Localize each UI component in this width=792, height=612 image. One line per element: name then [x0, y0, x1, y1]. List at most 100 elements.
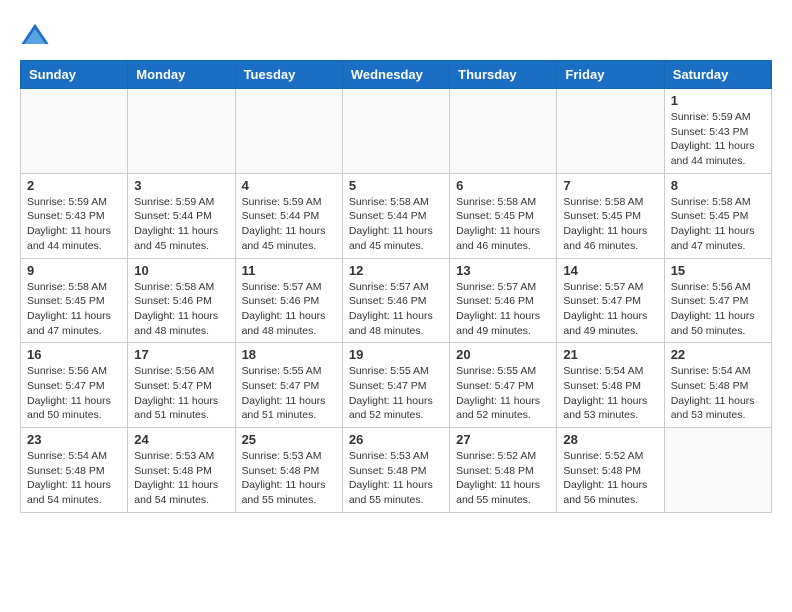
day-number: 15	[671, 263, 765, 278]
weekday-header-thursday: Thursday	[450, 61, 557, 89]
day-cell	[664, 428, 771, 513]
day-info: Sunrise: 5:55 AM Sunset: 5:47 PM Dayligh…	[349, 364, 443, 423]
day-number: 1	[671, 93, 765, 108]
day-number: 8	[671, 178, 765, 193]
day-cell: 8 Sunrise: 5:58 AM Sunset: 5:45 PM Daylig…	[664, 173, 771, 258]
day-number: 25	[242, 432, 336, 447]
day-cell: 12Sunrise: 5:57 AM Sunset: 5:46 PM Dayli…	[342, 258, 449, 343]
day-number: 26	[349, 432, 443, 447]
day-info: Sunrise: 5:52 AM Sunset: 5:48 PM Dayligh…	[563, 449, 657, 508]
day-number: 5	[349, 178, 443, 193]
day-info: Sunrise: 5:57 AM Sunset: 5:46 PM Dayligh…	[242, 280, 336, 339]
logo-icon	[20, 20, 50, 50]
day-info: Sunrise: 5:54 AM Sunset: 5:48 PM Dayligh…	[671, 364, 765, 423]
day-number: 18	[242, 347, 336, 362]
day-cell: 19 Sunrise: 5:55 AM Sunset: 5:47 PM Dayli…	[342, 343, 449, 428]
weekday-header-row: SundayMondayTuesdayWednesdayThursdayFrid…	[21, 61, 772, 89]
day-number: 14	[563, 263, 657, 278]
day-cell	[235, 89, 342, 174]
day-number: 21	[563, 347, 657, 362]
day-info: Sunrise: 5:56 AM Sunset: 5:47 PM Dayligh…	[671, 280, 765, 339]
day-number: 22	[671, 347, 765, 362]
day-cell	[128, 89, 235, 174]
week-row-1: 1 Sunrise: 5:59 AM Sunset: 5:43 PM Daylig…	[21, 89, 772, 174]
day-cell	[557, 89, 664, 174]
day-number: 20	[456, 347, 550, 362]
weekday-header-tuesday: Tuesday	[235, 61, 342, 89]
week-row-4: 16 Sunrise: 5:56 AM Sunset: 5:47 PM Dayli…	[21, 343, 772, 428]
day-cell: 23 Sunrise: 5:54 AM Sunset: 5:48 PM Dayli…	[21, 428, 128, 513]
calendar-table: SundayMondayTuesdayWednesdayThursdayFrid…	[20, 60, 772, 513]
day-number: 13	[456, 263, 550, 278]
day-info: Sunrise: 5:55 AM Sunset: 5:47 PM Dayligh…	[242, 364, 336, 423]
day-cell: 10 Sunrise: 5:58 AM Sunset: 5:46 PM Dayli…	[128, 258, 235, 343]
day-cell: 26 Sunrise: 5:53 AM Sunset: 5:48 PM Dayli…	[342, 428, 449, 513]
day-cell: 25 Sunrise: 5:53 AM Sunset: 5:48 PM Dayli…	[235, 428, 342, 513]
day-info: Sunrise: 5:55 AM Sunset: 5:47 PM Dayligh…	[456, 364, 550, 423]
day-info: Sunrise: 5:58 AM Sunset: 5:45 PM Dayligh…	[27, 280, 121, 339]
day-info: Sunrise: 5:59 AM Sunset: 5:44 PM Dayligh…	[242, 195, 336, 254]
day-cell: 18 Sunrise: 5:55 AM Sunset: 5:47 PM Dayli…	[235, 343, 342, 428]
day-cell: 17Sunrise: 5:56 AM Sunset: 5:47 PM Dayli…	[128, 343, 235, 428]
day-number: 7	[563, 178, 657, 193]
day-info: Sunrise: 5:54 AM Sunset: 5:48 PM Dayligh…	[563, 364, 657, 423]
day-cell: 21 Sunrise: 5:54 AM Sunset: 5:48 PM Dayli…	[557, 343, 664, 428]
weekday-header-monday: Monday	[128, 61, 235, 89]
day-cell: 2Sunrise: 5:59 AM Sunset: 5:43 PM Daylig…	[21, 173, 128, 258]
day-info: Sunrise: 5:58 AM Sunset: 5:45 PM Dayligh…	[671, 195, 765, 254]
day-cell: 4 Sunrise: 5:59 AM Sunset: 5:44 PM Daylig…	[235, 173, 342, 258]
day-cell: 22 Sunrise: 5:54 AM Sunset: 5:48 PM Dayli…	[664, 343, 771, 428]
page-header	[20, 20, 772, 50]
day-info: Sunrise: 5:58 AM Sunset: 5:45 PM Dayligh…	[563, 195, 657, 254]
day-info: Sunrise: 5:59 AM Sunset: 5:44 PM Dayligh…	[134, 195, 228, 254]
day-cell: 24 Sunrise: 5:53 AM Sunset: 5:48 PM Dayli…	[128, 428, 235, 513]
day-cell	[450, 89, 557, 174]
day-number: 16	[27, 347, 121, 362]
day-number: 9	[27, 263, 121, 278]
day-info: Sunrise: 5:53 AM Sunset: 5:48 PM Dayligh…	[242, 449, 336, 508]
day-number: 28	[563, 432, 657, 447]
day-info: Sunrise: 5:58 AM Sunset: 5:45 PM Dayligh…	[456, 195, 550, 254]
day-cell: 6 Sunrise: 5:58 AM Sunset: 5:45 PM Daylig…	[450, 173, 557, 258]
day-cell: 5 Sunrise: 5:58 AM Sunset: 5:44 PM Daylig…	[342, 173, 449, 258]
day-cell: 27 Sunrise: 5:52 AM Sunset: 5:48 PM Dayli…	[450, 428, 557, 513]
week-row-3: 9 Sunrise: 5:58 AM Sunset: 5:45 PM Daylig…	[21, 258, 772, 343]
day-cell: 1 Sunrise: 5:59 AM Sunset: 5:43 PM Daylig…	[664, 89, 771, 174]
day-number: 23	[27, 432, 121, 447]
day-cell	[342, 89, 449, 174]
day-info: Sunrise: 5:53 AM Sunset: 5:48 PM Dayligh…	[349, 449, 443, 508]
day-cell: 13Sunrise: 5:57 AM Sunset: 5:46 PM Dayli…	[450, 258, 557, 343]
day-number: 6	[456, 178, 550, 193]
weekday-header-wednesday: Wednesday	[342, 61, 449, 89]
day-cell: 15 Sunrise: 5:56 AM Sunset: 5:47 PM Dayli…	[664, 258, 771, 343]
day-cell: 28 Sunrise: 5:52 AM Sunset: 5:48 PM Dayli…	[557, 428, 664, 513]
day-cell: 7 Sunrise: 5:58 AM Sunset: 5:45 PM Daylig…	[557, 173, 664, 258]
day-number: 4	[242, 178, 336, 193]
day-cell: 16 Sunrise: 5:56 AM Sunset: 5:47 PM Dayli…	[21, 343, 128, 428]
day-number: 19	[349, 347, 443, 362]
weekday-header-sunday: Sunday	[21, 61, 128, 89]
day-number: 12	[349, 263, 443, 278]
day-cell: 20 Sunrise: 5:55 AM Sunset: 5:47 PM Dayli…	[450, 343, 557, 428]
day-info: Sunrise: 5:56 AM Sunset: 5:47 PM Dayligh…	[134, 364, 228, 423]
day-cell: 9 Sunrise: 5:58 AM Sunset: 5:45 PM Daylig…	[21, 258, 128, 343]
day-number: 24	[134, 432, 228, 447]
day-cell	[21, 89, 128, 174]
day-number: 3	[134, 178, 228, 193]
week-row-2: 2Sunrise: 5:59 AM Sunset: 5:43 PM Daylig…	[21, 173, 772, 258]
day-info: Sunrise: 5:54 AM Sunset: 5:48 PM Dayligh…	[27, 449, 121, 508]
day-cell: 3 Sunrise: 5:59 AM Sunset: 5:44 PM Daylig…	[128, 173, 235, 258]
day-info: Sunrise: 5:53 AM Sunset: 5:48 PM Dayligh…	[134, 449, 228, 508]
weekday-header-friday: Friday	[557, 61, 664, 89]
day-info: Sunrise: 5:57 AM Sunset: 5:47 PM Dayligh…	[563, 280, 657, 339]
day-cell: 14 Sunrise: 5:57 AM Sunset: 5:47 PM Dayli…	[557, 258, 664, 343]
day-info: Sunrise: 5:58 AM Sunset: 5:46 PM Dayligh…	[134, 280, 228, 339]
day-number: 10	[134, 263, 228, 278]
day-info: Sunrise: 5:52 AM Sunset: 5:48 PM Dayligh…	[456, 449, 550, 508]
day-info: Sunrise: 5:56 AM Sunset: 5:47 PM Dayligh…	[27, 364, 121, 423]
logo	[20, 20, 54, 50]
day-info: Sunrise: 5:58 AM Sunset: 5:44 PM Dayligh…	[349, 195, 443, 254]
day-info: Sunrise: 5:59 AM Sunset: 5:43 PM Dayligh…	[671, 110, 765, 169]
day-number: 2	[27, 178, 121, 193]
day-number: 27	[456, 432, 550, 447]
